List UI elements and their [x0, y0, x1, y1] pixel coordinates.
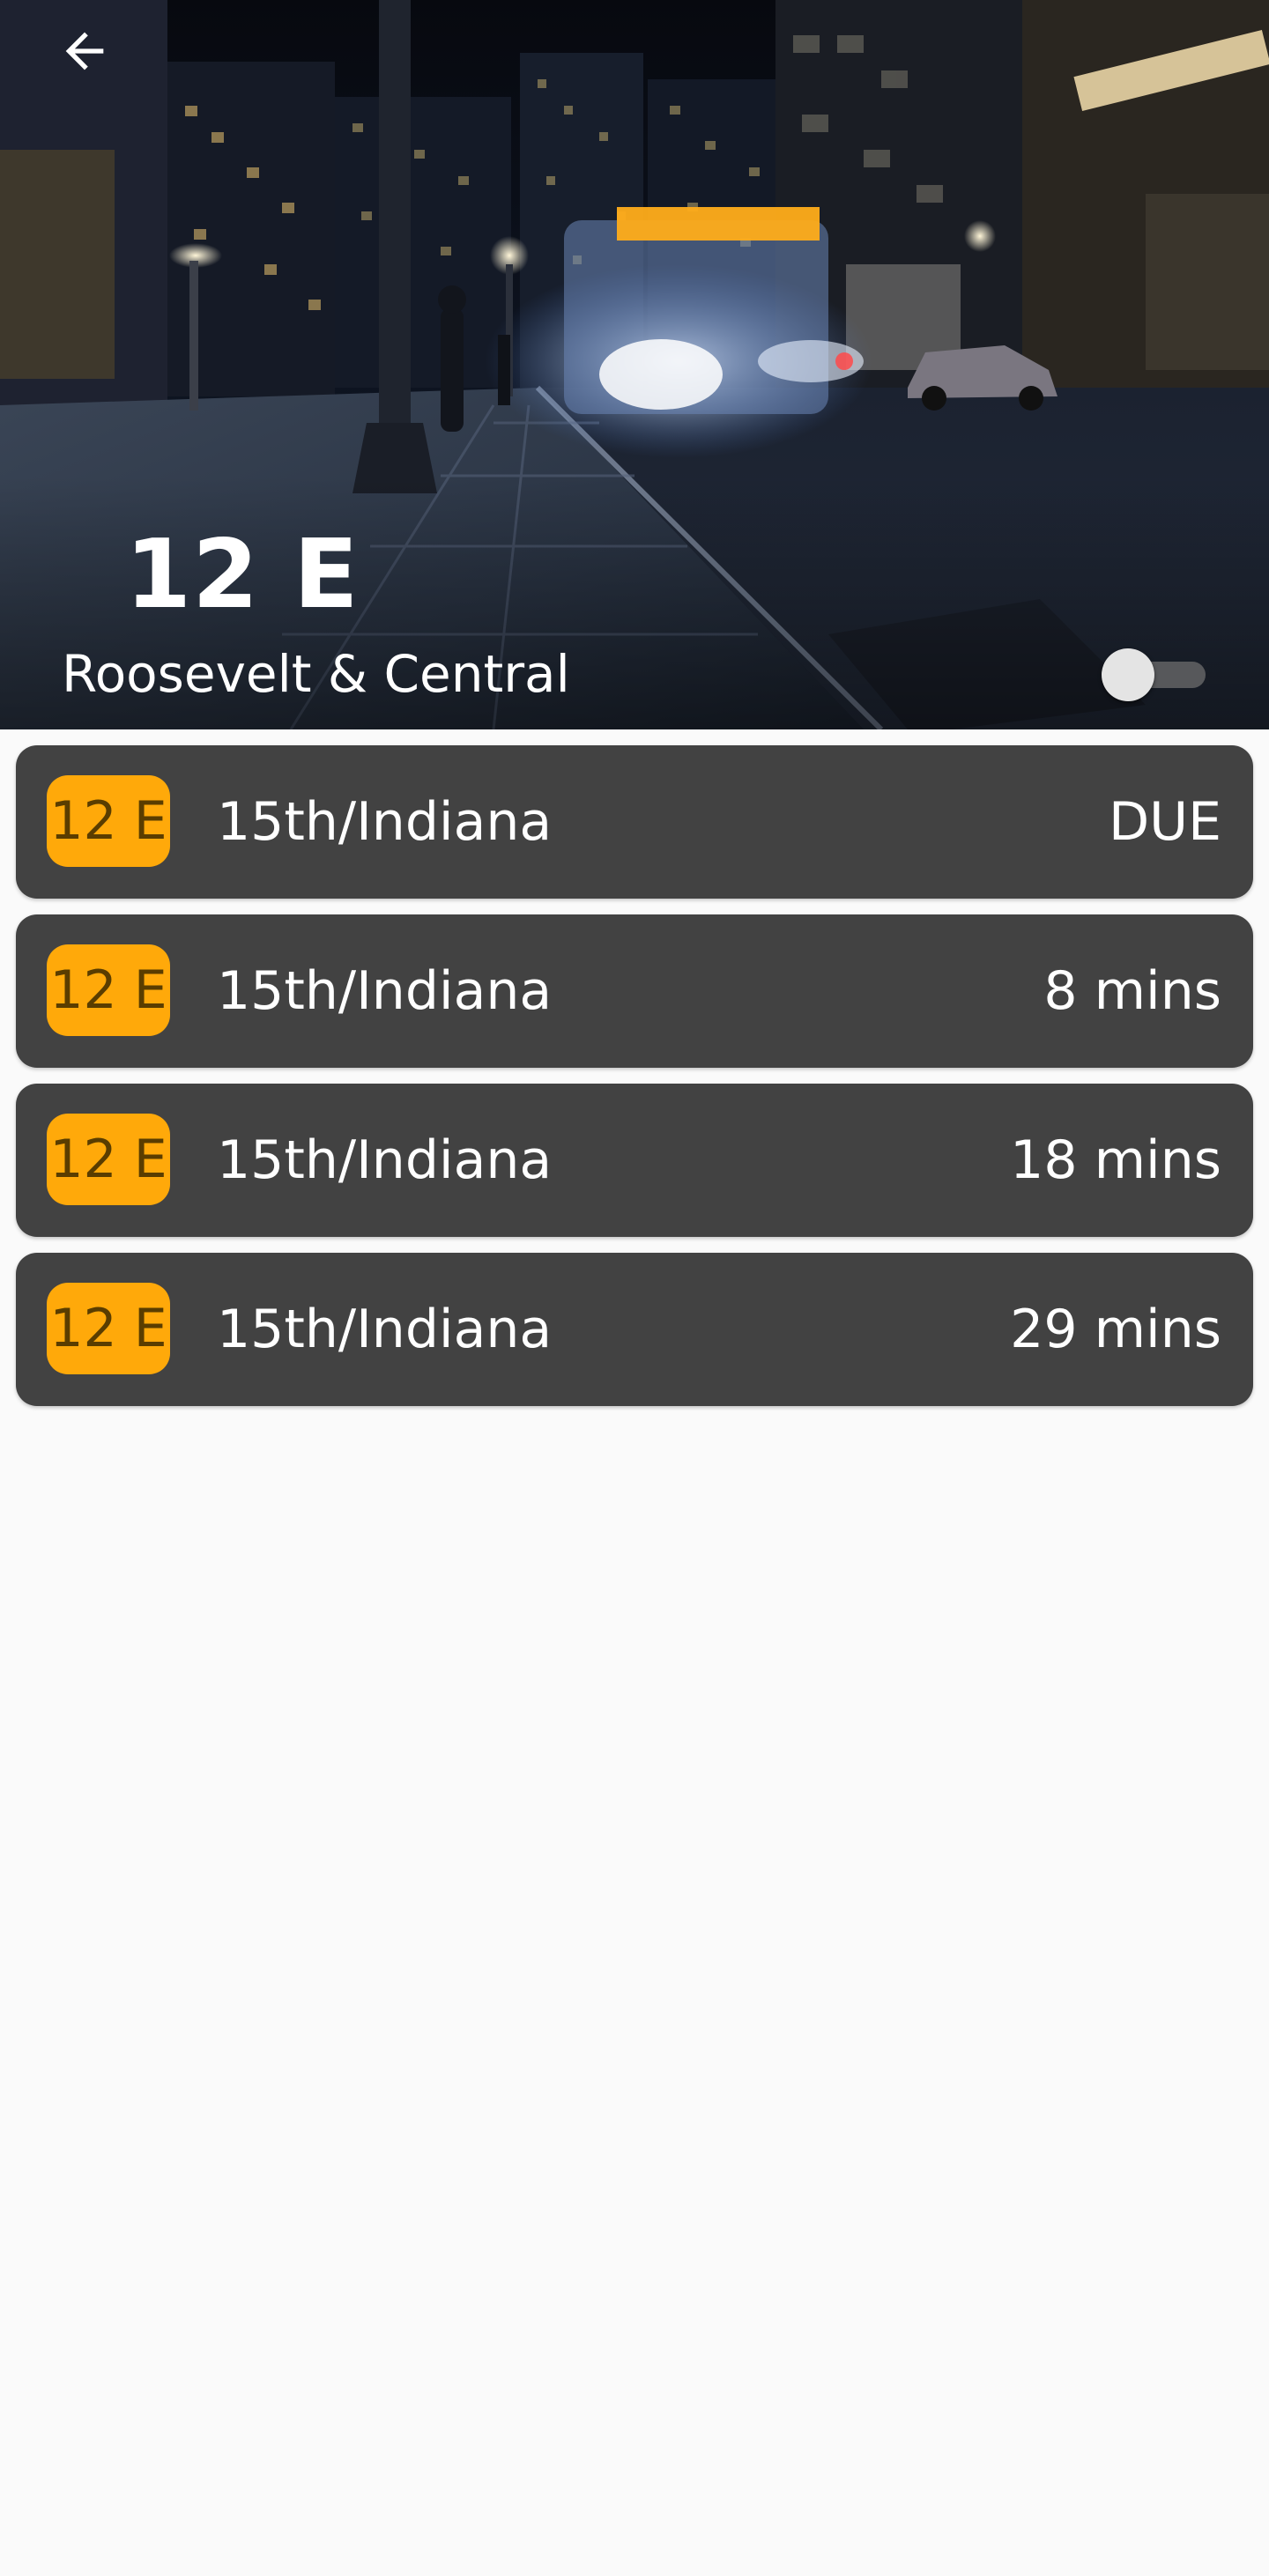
arrival-card[interactable]: 12 E 15th/Indiana 8 mins: [16, 914, 1253, 1068]
favorite-toggle[interactable]: [1102, 648, 1206, 701]
destination-label: 15th/Indiana: [217, 791, 553, 853]
eta-label: 8 mins: [1043, 960, 1221, 1022]
toggle-thumb: [1102, 648, 1154, 701]
eta-label: 18 mins: [1010, 1129, 1221, 1191]
arrival-card[interactable]: 12 E 15th/Indiana 29 mins: [16, 1253, 1253, 1406]
eta-label: DUE: [1108, 791, 1221, 853]
route-title: 12 E: [125, 520, 360, 630]
stop-arrivals-screen: 12 E Roosevelt & Central 12 E 15th/India…: [0, 0, 1269, 2576]
stop-name: Roosevelt & Central: [62, 644, 570, 704]
back-button[interactable]: [42, 9, 127, 93]
route-badge: 12 E: [47, 944, 170, 1036]
route-badge: 12 E: [47, 775, 170, 867]
route-badge: 12 E: [47, 1114, 170, 1205]
destination-label: 15th/Indiana: [217, 1129, 553, 1191]
arrow-left-icon: [65, 32, 104, 70]
destination-label: 15th/Indiana: [217, 960, 553, 1022]
arrivals-list: 12 E 15th/Indiana DUE 12 E 15th/Indiana …: [16, 745, 1253, 1422]
route-badge: 12 E: [47, 1283, 170, 1374]
eta-label: 29 mins: [1010, 1299, 1221, 1360]
header-banner: 12 E Roosevelt & Central: [0, 0, 1269, 729]
arrival-card[interactable]: 12 E 15th/Indiana 18 mins: [16, 1084, 1253, 1237]
arrival-card[interactable]: 12 E 15th/Indiana DUE: [16, 745, 1253, 899]
destination-label: 15th/Indiana: [217, 1299, 553, 1360]
